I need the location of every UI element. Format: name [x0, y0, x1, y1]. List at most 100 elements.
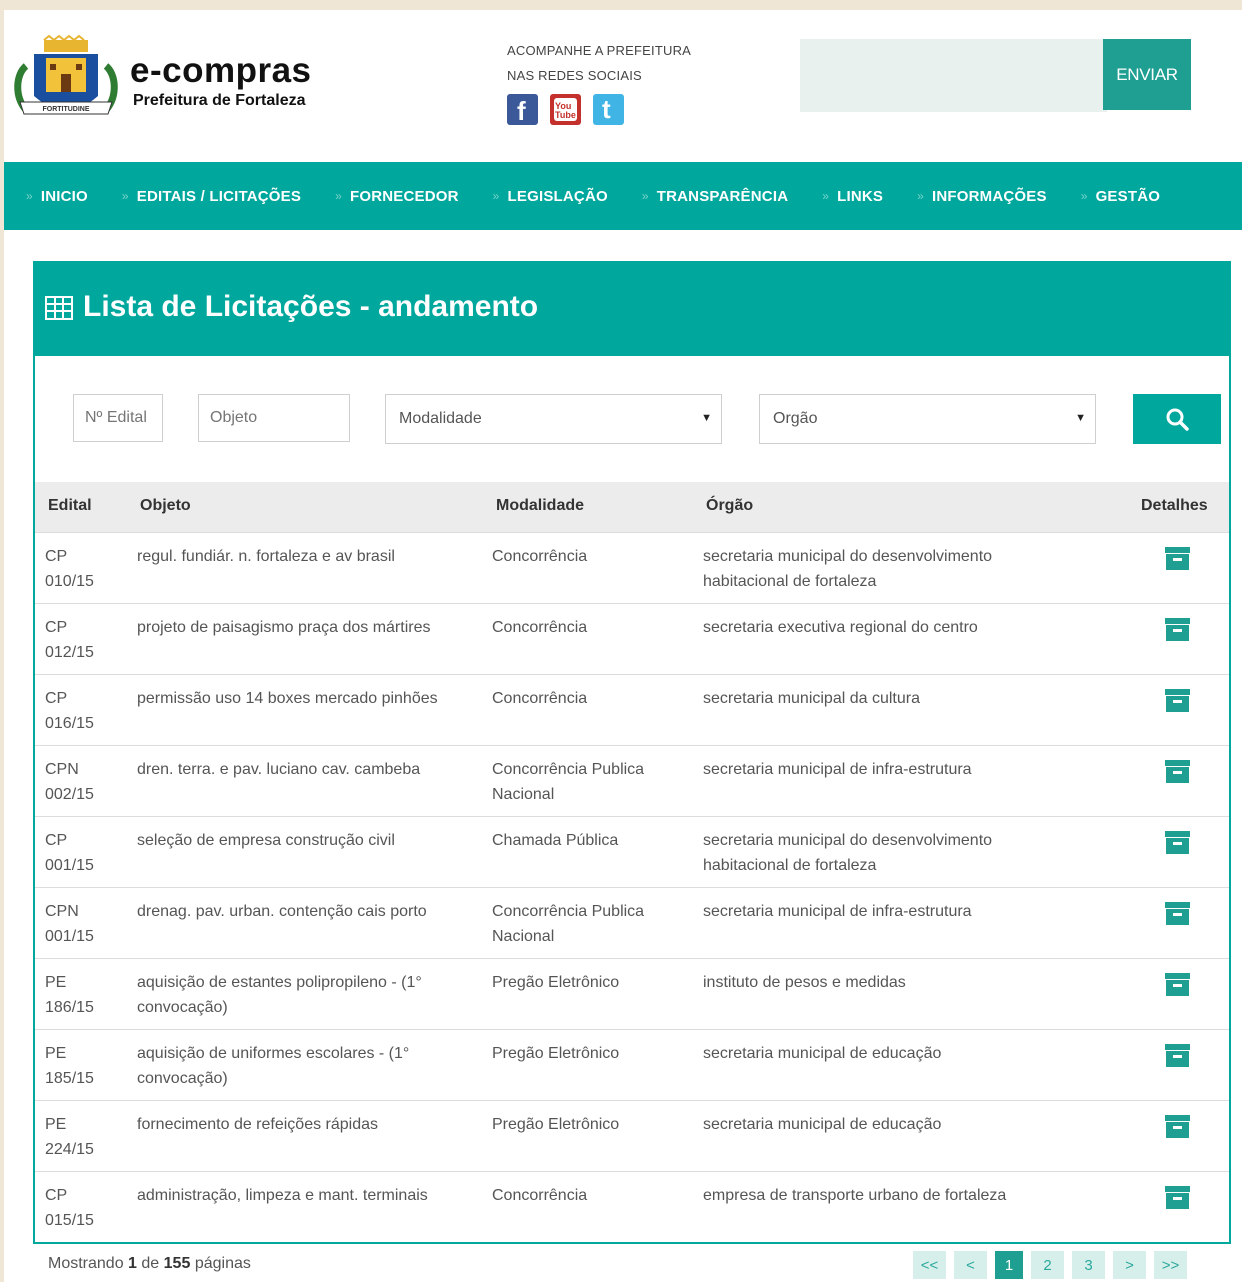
twitter-icon[interactable]: [593, 94, 624, 125]
table-row: PE 224/15 fornecimento de refeições rápid…: [35, 1100, 1229, 1171]
pagination-button[interactable]: >: [1113, 1251, 1146, 1279]
objeto-cell: permissão uso 14 boxes mercado pinhões: [137, 690, 438, 707]
details-archive-icon[interactable]: [1165, 902, 1190, 933]
nav-item-informacoes[interactable]: » INFORMAÇÕES: [917, 188, 1047, 205]
city-emblem-icon: FORTITUDINE: [14, 34, 118, 115]
nav-item-inicio[interactable]: » INICIO: [26, 188, 88, 205]
column-header-detalhes: Detalhes: [1141, 497, 1208, 514]
social-block: ACOMPANHE A PREFEITURA NAS REDES SOCIAIS…: [507, 38, 727, 127]
orgao-select[interactable]: Orgão ▼: [759, 394, 1096, 444]
search-button[interactable]: [1133, 394, 1221, 444]
edital-number-input[interactable]: [73, 394, 163, 442]
modalidade-cell: Chamada Pública: [492, 832, 619, 849]
details-archive-icon[interactable]: [1165, 1115, 1190, 1146]
of-label: de: [141, 1255, 160, 1272]
pagination-button[interactable]: <<: [913, 1251, 946, 1279]
nav-item-fornecedor[interactable]: » FORNECEDOR: [335, 188, 459, 205]
orgao-cell: secretaria municipal de educação: [703, 1045, 942, 1062]
brand-name: e-compras: [130, 51, 312, 90]
details-archive-icon[interactable]: [1165, 547, 1190, 578]
table-header: Edital Objeto Modalidade Órgão Detalhes: [35, 482, 1229, 532]
nav-item-transparencia[interactable]: » TRANSPARÊNCIA: [642, 188, 788, 205]
modalidade-cell: Concorrência Publica Nacional: [492, 903, 645, 945]
header-search-input[interactable]: [800, 39, 1107, 112]
current-page-number: 1: [128, 1255, 137, 1272]
edital-cell: CP 001/15: [45, 832, 94, 874]
nav-item-legislacao[interactable]: » LEGISLAÇÃO: [493, 188, 608, 205]
nav-item-label: GESTÃO: [1095, 187, 1161, 205]
details-archive-icon[interactable]: [1165, 1044, 1190, 1075]
objeto-cell: drenag. pav. urban. contenção cais porto: [137, 903, 427, 920]
nav-item-gestao[interactable]: » GESTÃO: [1081, 188, 1160, 205]
objeto-cell: administração, limpeza e mant. terminais: [137, 1187, 428, 1204]
edital-cell: PE 224/15: [45, 1116, 94, 1158]
objeto-cell: projeto de paisagismo praça dos mártires: [137, 619, 431, 636]
details-archive-icon[interactable]: [1165, 618, 1190, 649]
chevron-right-icon: »: [121, 189, 129, 203]
edital-cell: PE 186/15: [45, 974, 94, 1016]
orgao-cell: secretaria municipal da cultura: [703, 690, 920, 707]
panel-header: Lista de Licitações - andamento: [35, 263, 1229, 356]
total-pages-number: 155: [163, 1255, 191, 1272]
dropdown-arrow-icon: ▼: [1075, 412, 1086, 424]
nav-item-links[interactable]: » LINKS: [822, 188, 883, 205]
edital-cell: CPN 002/15: [45, 761, 94, 803]
logo[interactable]: FORTITUDINE e-compras Prefeitura de Fort…: [12, 34, 342, 124]
table-row: PE 186/15 aquisição de estantes polipropi…: [35, 958, 1229, 1029]
nav-item-label: FORNECEDOR: [349, 187, 459, 205]
chevron-right-icon: »: [1080, 189, 1088, 203]
showing-label: Mostrando: [48, 1255, 124, 1272]
orgao-cell: secretaria municipal de educação: [703, 1116, 942, 1133]
social-heading-line1: ACOMPANHE A PREFEITURA: [507, 43, 692, 58]
details-archive-icon[interactable]: [1165, 831, 1190, 862]
orgao-select-value: Orgão: [773, 410, 818, 427]
orgao-cell: secretaria municipal de infra-estrutura: [703, 761, 972, 778]
objeto-cell: aquisição de estantes polipropileno - (1…: [137, 974, 422, 1016]
nav-item-label: INICIO: [40, 187, 88, 205]
social-heading-line2: NAS REDES SOCIAIS: [507, 68, 642, 83]
edital-cell: CP 010/15: [45, 548, 94, 590]
chevron-right-icon: »: [822, 189, 830, 203]
modalidade-cell: Concorrência: [492, 1187, 588, 1204]
table-row: CP 015/15 administração, limpeza e mant. …: [35, 1171, 1229, 1242]
modalidade-cell: Pregão Eletrônico: [492, 1045, 620, 1062]
nav-item-label: LINKS: [837, 187, 884, 205]
table-row: PE 185/15 aquisição de uniformes escolare…: [35, 1029, 1229, 1100]
column-header-edital: Edital: [48, 497, 92, 514]
details-archive-icon[interactable]: [1165, 973, 1190, 1004]
details-archive-icon[interactable]: [1165, 760, 1190, 791]
pagination-button[interactable]: 2: [1031, 1251, 1064, 1279]
details-archive-icon[interactable]: [1165, 1186, 1190, 1217]
objeto-cell: regul. fundiár. n. fortaleza e av brasil: [137, 548, 395, 565]
modalidade-select[interactable]: Modalidade ▼: [385, 394, 722, 444]
edital-cell: CPN 001/15: [45, 903, 94, 945]
table-row: CP 001/15 seleção de empresa construção c…: [35, 816, 1229, 887]
orgao-cell: empresa de transporte urbano de fortalez…: [703, 1187, 1007, 1204]
search-icon: [1166, 408, 1189, 431]
youtube-icon-text: You Tube: [555, 101, 576, 120]
send-button[interactable]: ENVIAR: [1103, 39, 1191, 110]
pagination-button[interactable]: <: [954, 1251, 987, 1279]
facebook-icon[interactable]: [507, 94, 538, 127]
pagination-button[interactable]: >>: [1154, 1251, 1187, 1279]
column-header-objeto: Objeto: [140, 497, 191, 514]
edital-cell: PE 185/15: [45, 1045, 94, 1087]
pagination-button[interactable]: 3: [1072, 1251, 1105, 1279]
pagination-summary: Mostrando 1 de 155 páginas: [48, 1255, 251, 1273]
page-title: Lista de Licitações - andamento: [83, 290, 539, 323]
pagination-button[interactable]: 1: [995, 1251, 1023, 1279]
edital-cell: CP 016/15: [45, 690, 94, 732]
nav-item-editais[interactable]: » EDITAIS / LICITAÇÕES: [122, 188, 301, 205]
column-header-modalidade: Modalidade: [496, 497, 585, 514]
youtube-icon[interactable]: You Tube: [550, 94, 581, 125]
modalidade-cell: Pregão Eletrônico: [492, 1116, 620, 1133]
details-archive-icon[interactable]: [1165, 689, 1190, 720]
pages-label: páginas: [194, 1255, 251, 1272]
objeto-cell: seleção de empresa construção civil: [137, 832, 395, 849]
table-row: CP 016/15 permissão uso 14 boxes mercado …: [35, 674, 1229, 745]
chevron-right-icon: »: [492, 189, 500, 203]
modalidade-select-value: Modalidade: [399, 410, 482, 427]
table-row: CP 012/15 projeto de paisagismo praça dos…: [35, 603, 1229, 674]
objeto-input[interactable]: [198, 394, 350, 442]
nav-item-label: TRANSPARÊNCIA: [656, 187, 789, 205]
